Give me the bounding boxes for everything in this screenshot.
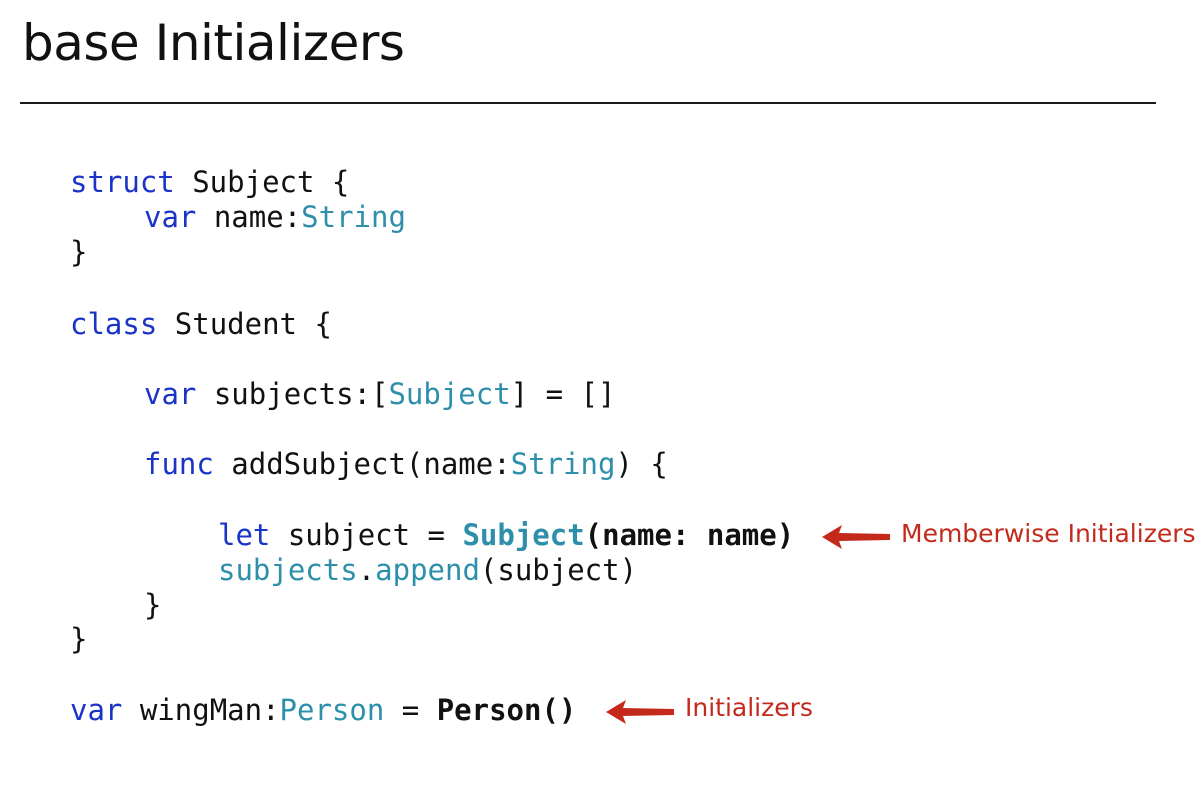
code-text: Student { [157,307,332,341]
code-line-subjects-property: var subjects:[Subject] = [] [144,376,615,412]
code-line-let-subject: let subject = Subject(name: name) [218,517,794,553]
keyword: class [70,307,158,341]
type-name-bold: Subject [462,518,585,552]
keyword: var [144,200,197,234]
type-name: String [301,200,406,234]
code-line-wingman: var wingMan:Person = Person() [70,692,576,728]
code-text: = [384,693,437,727]
code-line-name-property: var name:String [144,199,406,235]
code-text-bold: Person() [436,693,577,727]
type-name: Person [279,693,385,727]
code-text: ] = [] [510,377,616,411]
code-text: (subject) [479,553,638,587]
slide-title: base Initializers [22,14,405,72]
type-name: Subject [388,377,511,411]
keyword: func [144,447,214,481]
code-text: subjects:[ [196,377,389,411]
keyword: var [70,693,123,727]
code-text: name: [196,200,302,234]
code-text: subject = [270,518,463,552]
title-divider [20,102,1156,104]
code-text: } [70,622,88,656]
code-line-append: subjects.append(subject) [218,552,637,588]
code-text: ) { [615,447,668,481]
code-line-class: class Student { [70,306,332,342]
code-text-bold: (name: name) [584,518,795,552]
code-text: Subject { [174,165,350,199]
code-text: wingMan: [122,693,280,727]
code-text: addSubject(name: [213,447,511,481]
code-line-func-close: } [144,587,161,623]
arrow-left-icon [606,700,674,724]
code-text: . [357,553,376,587]
code-line-struct-close: } [70,234,87,270]
code-line-struct: struct Subject { [70,164,349,200]
arrow-left-icon [822,525,890,549]
keyword: var [144,377,197,411]
initializers-label: Initializers [685,693,813,722]
method-name: append [375,553,480,587]
memberwise-initializers-label: Memberwise Initializers [901,519,1196,548]
code-line-func: func addSubject(name:String) { [144,446,668,482]
code-text: } [70,235,88,269]
keyword: let [218,518,271,552]
keyword: struct [70,165,175,199]
property-name: subjects [218,553,358,587]
code-text: } [144,588,162,622]
type-name: String [510,447,616,481]
code-line-class-close: } [70,621,87,657]
